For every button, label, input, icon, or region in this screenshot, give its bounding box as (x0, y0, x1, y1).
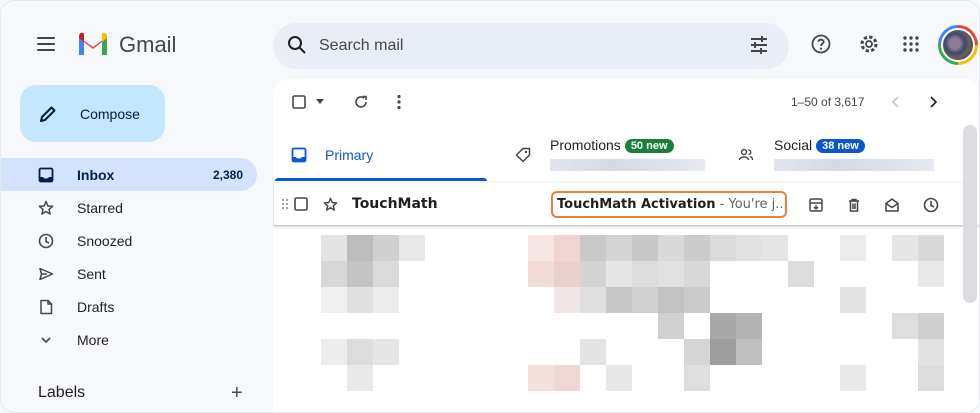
sidebar-item-snoozed[interactable]: Snoozed (1, 224, 257, 257)
redacted-preview (774, 159, 934, 171)
people-icon (738, 148, 754, 161)
star-icon[interactable] (323, 197, 338, 212)
tab-label: Promotions (550, 137, 621, 153)
drag-handle-icon[interactable] (281, 198, 289, 210)
sidebar-item-starred[interactable]: Starred (1, 191, 257, 224)
clock-icon (38, 233, 54, 249)
redacted-email-list (273, 229, 979, 412)
apps-grid-icon[interactable] (900, 33, 922, 55)
email-snippet: - You're j... (715, 197, 787, 212)
inbox-icon (38, 167, 54, 183)
select-dropdown-icon[interactable] (316, 93, 324, 111)
refresh-icon[interactable] (353, 93, 369, 111)
labels-heading: Labels (38, 384, 86, 401)
new-count-badge: 38 new (816, 139, 865, 154)
unread-count: 2,380 (212, 167, 243, 182)
email-list-panel: 1–50 of 3,617 Primary Promotions50 new (273, 79, 979, 412)
gmail-window: Gmail Search mail Compose Inbox 2,380 St… (0, 0, 980, 413)
email-subject: TouchMath Activation (557, 197, 716, 212)
star-icon (38, 200, 54, 216)
sidebar-item-inbox[interactable]: Inbox 2,380 (1, 158, 257, 191)
compose-button[interactable]: Compose (20, 85, 165, 142)
draft-icon (38, 299, 54, 315)
select-all-checkbox[interactable] (292, 93, 306, 111)
tab-social[interactable]: Social 38 new (738, 129, 979, 181)
more-vertical-icon[interactable] (397, 93, 401, 111)
search-icon[interactable] (287, 35, 307, 55)
tab-primary[interactable]: Primary (273, 129, 503, 181)
sidebar-item-sent[interactable]: Sent (1, 257, 257, 290)
previous-page-icon[interactable] (891, 93, 901, 111)
tab-active-indicator (275, 178, 487, 181)
gmail-logo-icon (79, 32, 107, 55)
email-sender: TouchMath (352, 196, 438, 212)
new-count-badge: 50 new (624, 139, 674, 154)
help-icon[interactable] (810, 33, 832, 55)
vertical-scrollbar[interactable] (963, 125, 977, 303)
pencil-icon (40, 106, 56, 122)
sidebar-item-label: Inbox (77, 166, 115, 183)
mark-as-read-icon[interactable] (883, 196, 901, 214)
sidebar-item-label: More (77, 331, 109, 348)
archive-icon[interactable] (807, 196, 825, 214)
redacted-preview (550, 159, 705, 171)
tag-icon (515, 147, 531, 163)
snooze-clock-icon[interactable] (922, 196, 940, 214)
brand-name[interactable]: Gmail (119, 32, 176, 58)
sidebar-nav: Inbox 2,380 Starred Snoozed Sent Drafts … (1, 158, 257, 356)
tab-promotions[interactable]: Promotions 50 new (503, 129, 738, 181)
search-options-icon[interactable] (749, 36, 769, 54)
sidebar-item-label: Snoozed (77, 232, 133, 249)
tab-label: Primary (325, 147, 374, 163)
next-page-icon[interactable] (928, 93, 938, 111)
category-tabs: Primary Promotions 50 new Social 38 new (273, 129, 979, 181)
add-label-button[interactable]: + (231, 383, 243, 403)
search-input[interactable] (319, 33, 739, 59)
main-menu-icon[interactable] (37, 37, 55, 51)
sidebar-item-label: Sent (77, 265, 106, 282)
sidebar-item-label: Drafts (77, 298, 115, 315)
account-avatar[interactable] (938, 25, 978, 65)
tab-label: Social (774, 137, 813, 153)
sidebar-item-drafts[interactable]: Drafts (1, 290, 257, 323)
search-bar[interactable] (273, 23, 789, 69)
sidebar-item-more[interactable]: More (1, 323, 257, 356)
email-subject-highlight[interactable]: TouchMath Activation - You're j... (551, 191, 787, 218)
sidebar-item-label: Starred (77, 199, 123, 216)
compose-label: Compose (80, 105, 140, 122)
chevron-down-icon (38, 332, 54, 348)
settings-gear-icon[interactable] (858, 33, 880, 55)
inbox-icon (291, 147, 307, 163)
email-row[interactable]: TouchMath TouchMath Activation - You're … (273, 183, 979, 225)
row-checkbox[interactable] (294, 197, 308, 211)
delete-icon[interactable] (845, 196, 863, 214)
send-icon (38, 266, 54, 282)
pagination-info: 1–50 of 3,617 (791, 95, 865, 109)
